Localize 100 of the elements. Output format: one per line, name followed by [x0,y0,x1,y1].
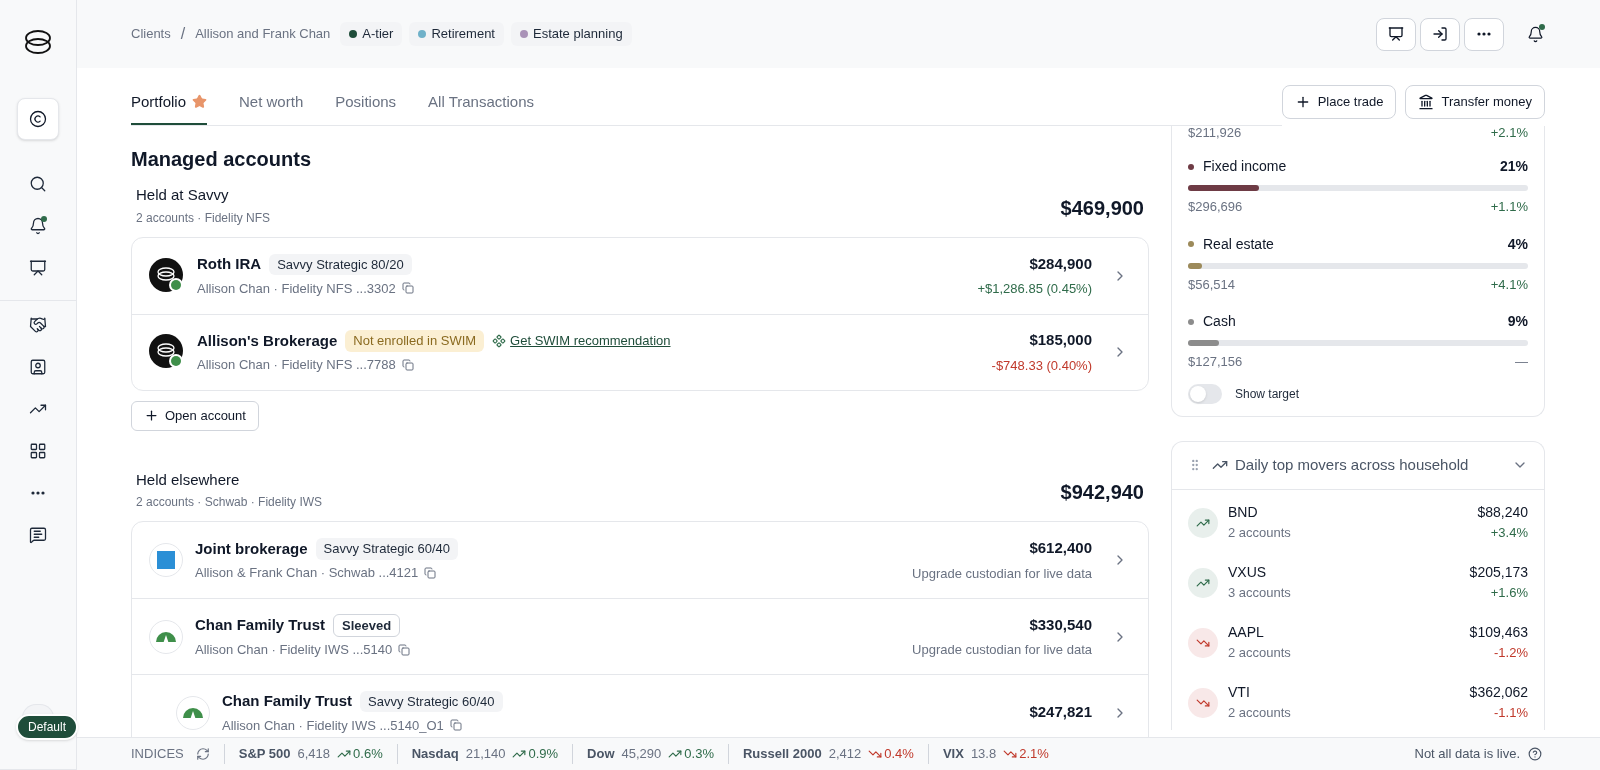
sidebar-button[interactable] [17,98,59,140]
tab[interactable]: Portfolio [131,90,208,125]
account-row[interactable]: Chan Family Trust Sleeved Allison Chan · Fidelity IWS ...5140 $330,540 Upgrade custodian for live data [132,598,1148,674]
indices-label: INDICES [131,745,184,764]
category-percent: 21% [1499,157,1528,176]
account-value: $330,540 [1029,614,1092,635]
savvy-logo-icon [149,334,185,370]
account-row[interactable]: Roth IRA Savvy Strategic 80/20 Allison Chan · Fidelity NFS ...3302 $284,900 +$1,286.85 (0.45%) [132,237,1148,314]
group-total: $469,900 [1060,195,1144,221]
toggle-switch[interactable] [1188,383,1222,404]
section-title: Managed accounts [131,147,313,172]
index-value: 45,290 [621,745,662,764]
action-button[interactable]: Place trade [1281,85,1397,119]
account-value: $612,400 [1029,538,1092,558]
copy-icon[interactable] [401,358,414,371]
index-name: S&P 500 [238,745,291,764]
index-change: 0.4% [868,744,914,764]
presentation-icon [1388,26,1404,42]
strategy-tag: Savvy Strategic 60/40 [360,690,503,712]
client-tag: Estate planning [511,22,632,46]
mover-change: +1.6% [1490,584,1528,603]
action-button[interactable]: Transfer money [1405,85,1545,119]
index-change: 2.1% [1003,744,1049,764]
client-tag: Retirement [409,22,504,46]
accounts-count: 2 accounts [1228,704,1291,723]
account-row[interactable]: Allison's Brokerage Not enrolled in SWIM Get SWIM recommendation Allison Chan · Fidelity NFS ...7788 $185,000 -$748.33 (0.40%) [132,313,1148,390]
handshake-icon [29,316,47,334]
accounts-count: 2 accounts [1228,524,1291,543]
copy-icon[interactable] [424,566,437,579]
fidelity-logo-icon [149,619,183,654]
group-subtitle: 2 accounts · Schwab · Fidelity IWS [136,494,323,511]
account-details: Allison & Frank Chan · Schwab ...4121 [195,564,419,582]
refresh-icon[interactable] [195,747,210,761]
more-icon [31,491,45,495]
help-icon[interactable] [1528,747,1542,761]
mover-value: $88,240 [1477,503,1528,523]
account-name: Chan Family Trust [195,615,326,635]
ticker-symbol: AAPL [1228,623,1265,643]
index-value: 6,418 [297,745,331,764]
search-icon [29,175,47,193]
account-name: Joint brokerage [195,538,308,559]
index-change: 0.3% [668,744,714,764]
allocation-change: +2.1% [1490,126,1528,139]
account-value: $284,900 [1029,253,1092,274]
strategy-tag: Sleeved [333,613,401,637]
recommendation-link[interactable]: Get SWIM recommendation [510,331,671,351]
category-name: Fixed income [1203,157,1287,176]
present-button[interactable] [1376,17,1416,51]
tab[interactable]: Positions [335,90,397,125]
toggle-label: Show target [1235,385,1300,403]
allocation-change: — [1515,353,1528,371]
default-badge: Default [16,714,79,740]
app-logo-icon[interactable] [23,27,53,57]
account-name: Roth IRA [197,254,262,274]
open-account-button[interactable]: Open account [131,400,259,431]
account-row[interactable]: Joint brokerage Savvy Strategic 60/40 Allison & Frank Chan · Schwab ...4121 $612,400 Upgrade custodian for live data [132,522,1148,598]
index-value: 21,140 [465,745,506,764]
login-icon [1432,26,1448,42]
copy-icon[interactable] [401,282,414,295]
more-icon [1477,32,1491,36]
index-name: VIX [942,745,964,764]
plus-icon [144,408,159,423]
account-details: Allison Chan · Fidelity IWS ...5140 [195,641,393,659]
copy-icon[interactable] [449,719,462,732]
card-title: Daily top movers across household [1235,454,1469,475]
group-subtitle: 2 accounts · Fidelity NFS [136,209,271,227]
category-percent: 9% [1507,312,1528,331]
allocation-change: +1.1% [1490,198,1528,216]
allocation-value: $56,514 [1188,275,1235,294]
index-name: Dow [587,745,615,764]
client-icon [29,110,47,128]
bell-icon [29,217,47,235]
account-name: Chan Family Trust [222,691,353,711]
category-percent: 4% [1507,234,1528,254]
client-tag: A-tier [340,22,403,46]
accounts-count: 2 accounts [1228,644,1291,663]
accounts-count: 3 accounts [1228,584,1291,603]
index-name: Nasdaq [411,745,459,764]
index-name: Russell 2000 [742,745,822,764]
mover-change: -1.2% [1494,644,1528,663]
group-title: Held at Savvy [136,185,230,205]
mover-change: +3.4% [1490,524,1528,543]
account-note: Upgrade custodian for live data [912,641,1092,659]
mover-value: $362,062 [1469,683,1528,703]
copy-icon[interactable] [398,643,411,656]
breadcrumb-link[interactable]: Allison and Frank Chan [195,24,331,44]
index-change: 0.6% [337,744,383,764]
account-value: $247,821 [1029,702,1092,723]
breadcrumb-link[interactable]: Clients [131,24,171,44]
index-value: 13.8 [970,745,997,764]
tab[interactable]: All Transactions [428,90,534,125]
tab[interactable]: Net worth [239,90,304,125]
ticker-symbol: BND [1228,503,1259,523]
category-name: Real estate [1203,234,1274,254]
account-details: Allison Chan · Fidelity NFS ...7788 [197,356,396,374]
strategy-tag: Not enrolled in SWIM [345,330,485,352]
login-button[interactable] [1420,17,1460,51]
contact-icon [29,358,47,376]
mover-value: $205,173 [1469,563,1528,583]
group-title: Held elsewhere [136,469,241,490]
